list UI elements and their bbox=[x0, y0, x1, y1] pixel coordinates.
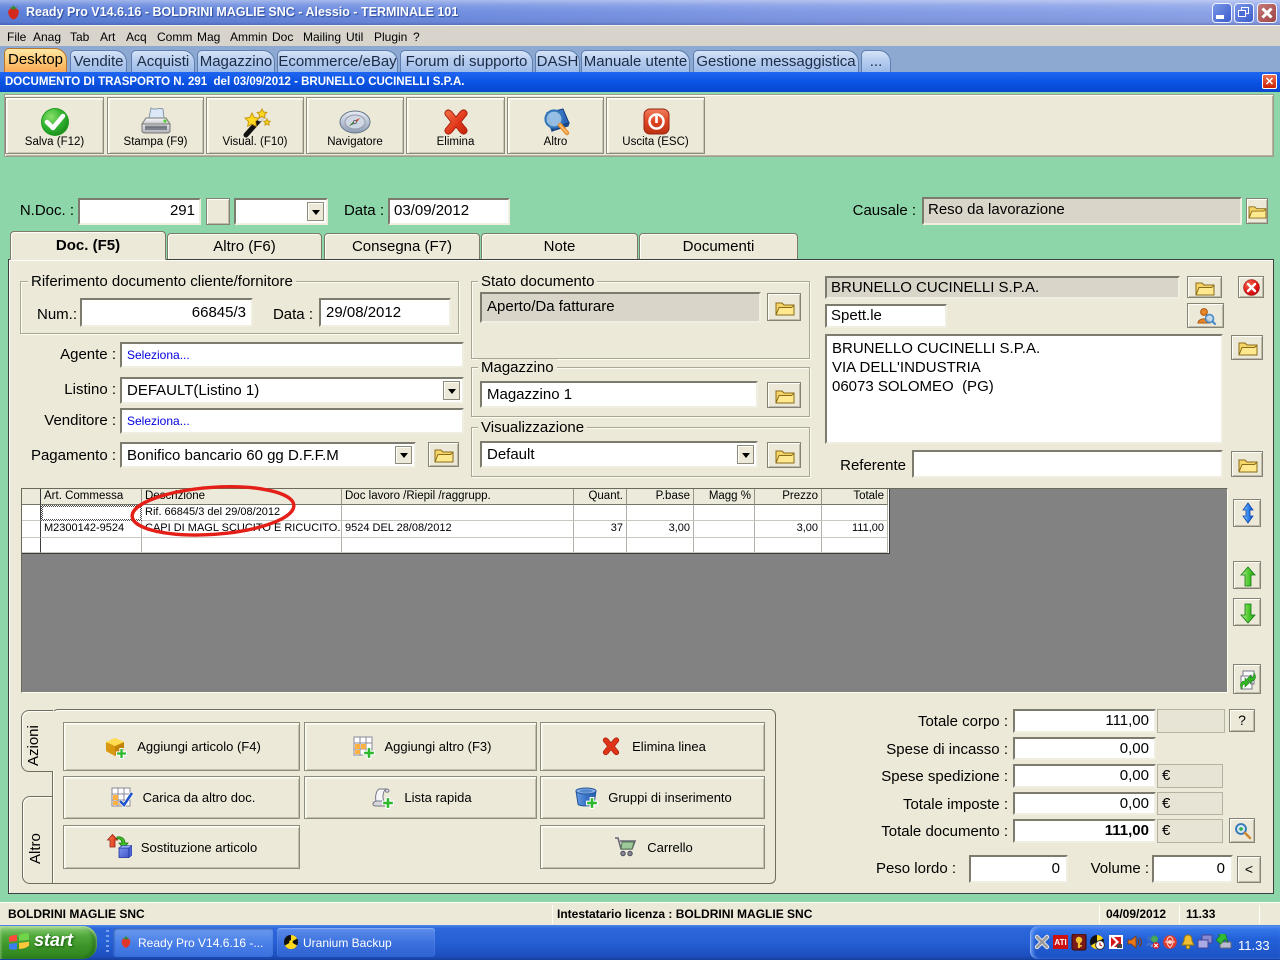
svg-text:ATI: ATI bbox=[1054, 938, 1066, 947]
